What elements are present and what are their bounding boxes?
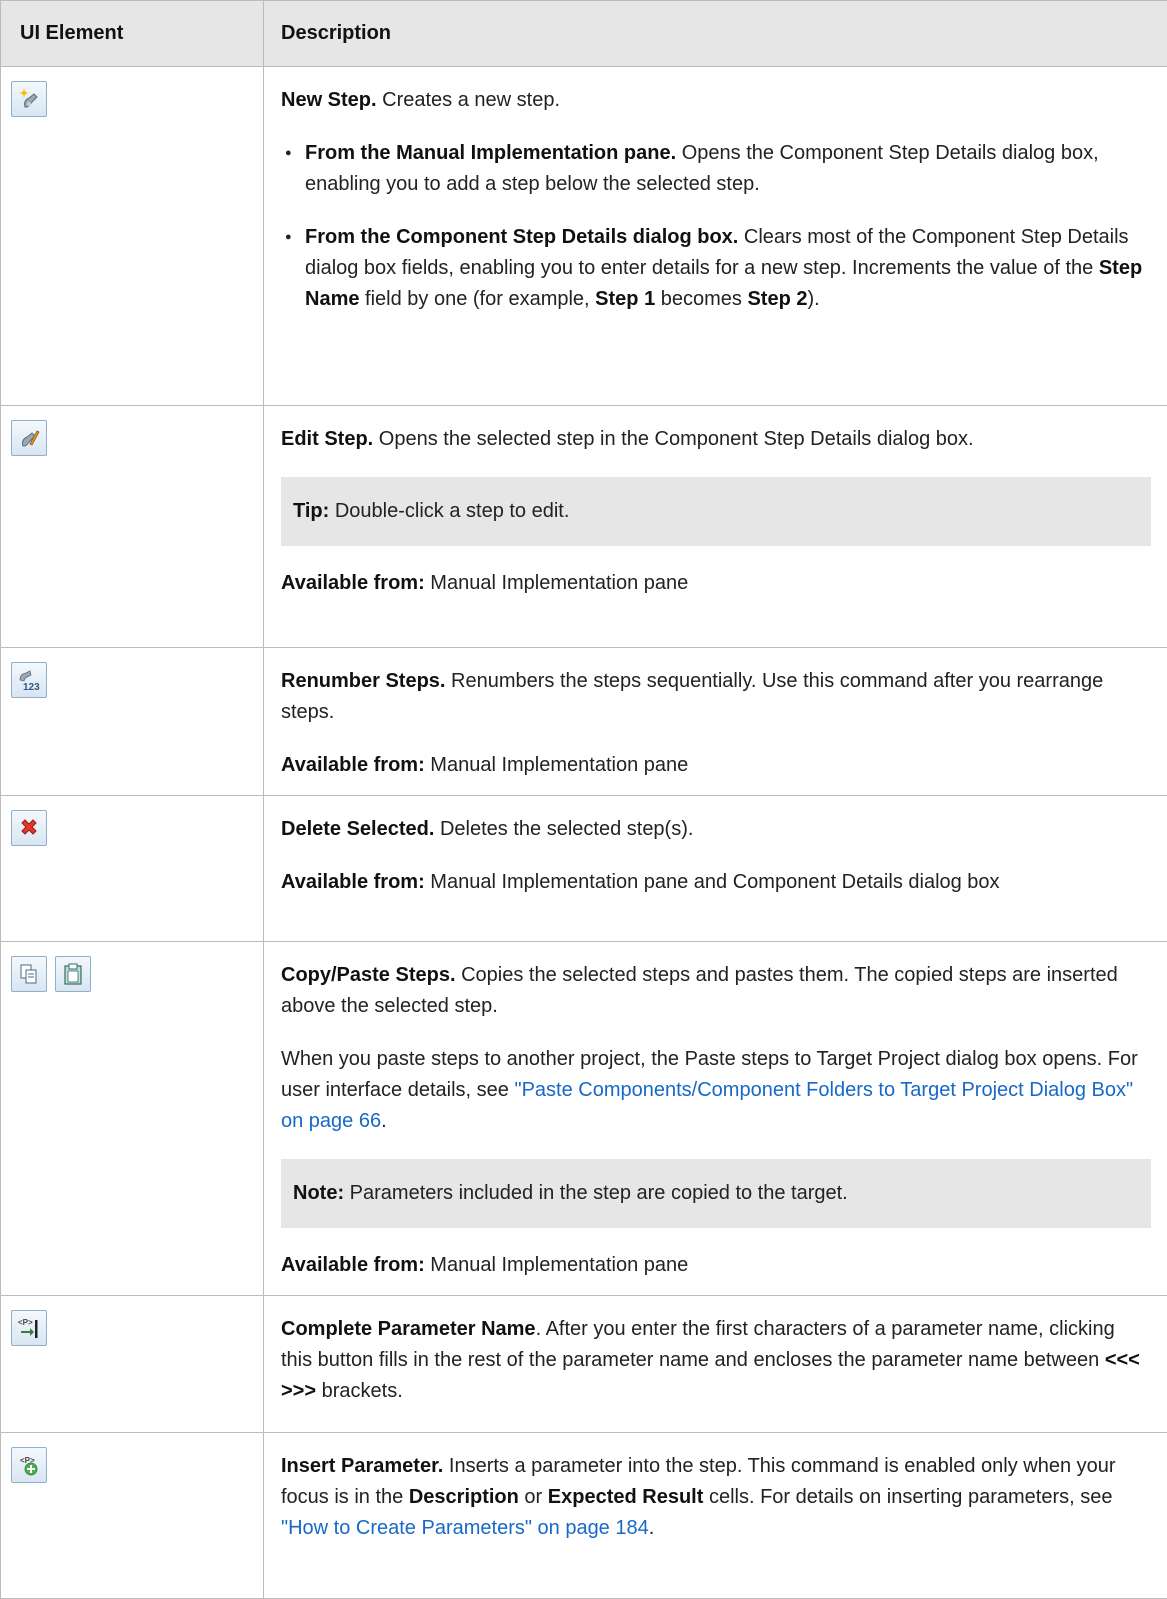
note-box: Note: Parameters included in the step ar… [281,1159,1151,1228]
icon-cell [1,796,264,942]
insert-parameter-icon[interactable]: <P> [11,1447,47,1483]
row-text: cells. For details on inserting paramete… [703,1486,1112,1508]
table-header-row: UI Element Description [1,1,1167,67]
row-title: Insert Parameter. [281,1455,443,1477]
complete-parameter-icon[interactable]: <P> [11,1310,47,1346]
bullet-text: ). [808,288,820,310]
bold-term: Step 2 [747,288,807,310]
description-cell: New Step. Creates a new step. From the M… [264,67,1167,406]
description-cell: Delete Selected. Deletes the selected st… [264,796,1167,942]
description-cell: Edit Step. Opens the selected step in th… [264,406,1167,648]
tip-label: Tip: [293,500,329,522]
table-row: <P> Complete Parameter Name. After you e… [1,1296,1167,1433]
row-title: Edit Step. [281,428,373,450]
bold-term: Description [409,1486,519,1508]
bold-term: Expected Result [548,1486,704,1508]
copy-icon[interactable] [11,956,47,992]
bold-term: Step 1 [595,288,655,310]
bullet-text: field by one (for example, [359,288,595,310]
icon-cell: <P> [1,1296,264,1433]
row-text: brackets. [316,1380,403,1402]
icon-cell [1,67,264,406]
icon-cell [1,406,264,648]
available-label: Available from: [281,754,425,776]
create-parameters-link[interactable]: "How to Create Parameters" on page 184 [281,1517,649,1539]
row-title: Copy/Paste Steps. [281,964,456,986]
header-description: Description [264,1,1167,67]
list-item: From the Manual Implementation pane. Ope… [281,138,1151,200]
available-label: Available from: [281,871,425,893]
available-label: Available from: [281,1254,425,1276]
tip-text: Double-click a step to edit. [329,500,569,522]
table-row: New Step. Creates a new step. From the M… [1,67,1167,406]
description-cell: Renumber Steps. Renumbers the steps sequ… [264,648,1167,796]
available-text: Manual Implementation pane [425,754,689,776]
svg-text:<P>: <P> [18,1318,33,1327]
available-text: Manual Implementation pane [425,572,689,594]
renumber-steps-icon[interactable]: 123 [11,662,47,698]
bullet-title: From the Component Step Details dialog b… [305,226,738,248]
available-text: Manual Implementation pane and Component… [425,871,1000,893]
description-cell: Complete Parameter Name. After you enter… [264,1296,1167,1433]
header-ui-element: UI Element [1,1,264,67]
row-title: Complete Parameter Name [281,1318,536,1340]
svg-text:123: 123 [23,682,40,692]
table-row: Copy/Paste Steps. Copies the selected st… [1,942,1167,1296]
available-text: Manual Implementation pane [425,1254,689,1276]
row-title: New Step. [281,89,377,111]
note-label: Note: [293,1182,344,1204]
row-text: Deletes the selected step(s). [434,818,693,840]
tip-box: Tip: Double-click a step to edit. [281,477,1151,546]
row-title: Renumber Steps. [281,670,445,692]
table-row: 123 Renumber Steps. Renumbers the steps … [1,648,1167,796]
note-text: Parameters included in the step are copi… [344,1182,848,1204]
row-text: . [381,1110,387,1132]
paste-icon[interactable] [55,956,91,992]
row-text: or [519,1486,548,1508]
table-row: Edit Step. Opens the selected step in th… [1,406,1167,648]
bullet-list: From the Manual Implementation pane. Ope… [281,138,1151,315]
available-label: Available from: [281,572,425,594]
new-step-icon[interactable] [11,81,47,117]
ui-element-table: UI Element Description New Step. Creates… [0,0,1167,1599]
edit-step-icon[interactable] [11,420,47,456]
list-item: From the Component Step Details dialog b… [281,222,1151,315]
row-title: Delete Selected. [281,818,434,840]
row-text: Creates a new step. [377,89,560,111]
icon-cell [1,942,264,1296]
row-text: Opens the selected step in the Component… [373,428,973,450]
table-row: Delete Selected. Deletes the selected st… [1,796,1167,942]
delete-icon[interactable] [11,810,47,846]
icon-cell: 123 [1,648,264,796]
bullet-title: From the Manual Implementation pane. [305,142,676,164]
row-text: . [649,1517,655,1539]
bullet-text: becomes [655,288,747,310]
description-cell: Copy/Paste Steps. Copies the selected st… [264,942,1167,1296]
